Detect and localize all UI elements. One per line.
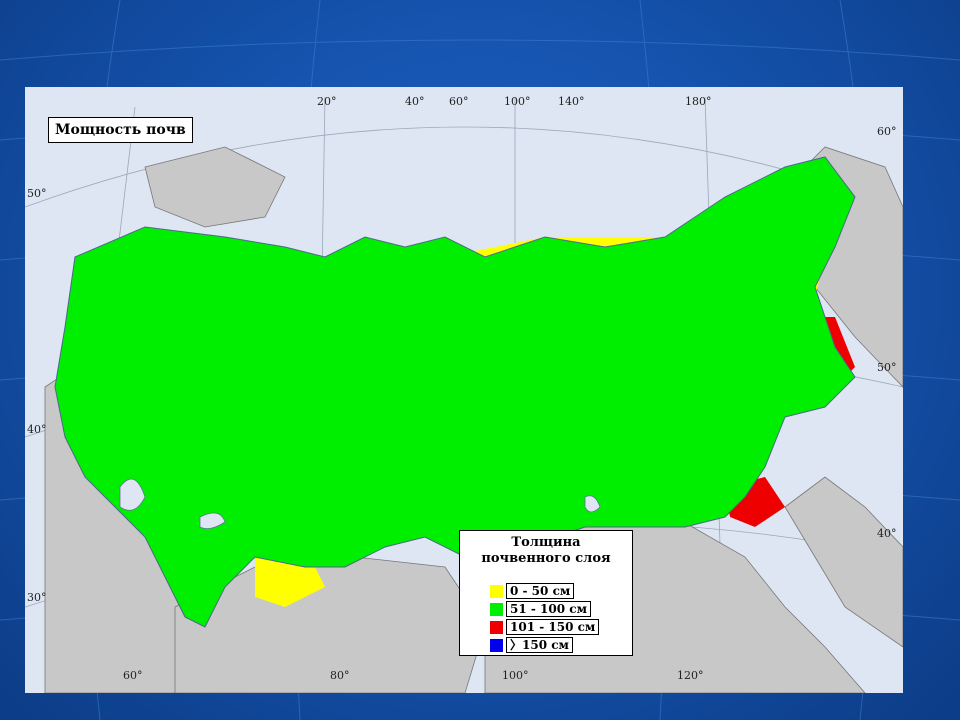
soil-thickness-map: Мощность почв 20° 40° 60° 100° 140° 180°… [25, 87, 903, 693]
right-tick: 50° [877, 361, 897, 374]
top-tick: 60° [449, 95, 469, 108]
left-tick: 30° [27, 591, 47, 604]
bottom-tick: 80° [330, 669, 350, 682]
legend-label: 101 - 150 см [506, 619, 600, 635]
legend-swatch [490, 638, 503, 652]
legend-label: 〉150 см [506, 637, 573, 653]
bottom-tick: 120° [677, 669, 704, 682]
legend-item: 〉150 см [490, 637, 573, 653]
legend-swatch [490, 602, 503, 616]
legend-label: 0 - 50 см [506, 583, 575, 599]
top-tick: 20° [317, 95, 337, 108]
left-tick: 40° [27, 423, 47, 436]
legend-title-line1: Толщина [511, 535, 581, 550]
legend-item: 101 - 150 см [490, 619, 600, 635]
map-legend: Толщина почвенного слоя 0 - 50 см 51 - 1… [459, 530, 633, 656]
legend-item: 0 - 50 см [490, 583, 575, 599]
right-tick: 60° [877, 125, 897, 138]
top-tick: 180° [685, 95, 712, 108]
legend-swatch [490, 584, 503, 598]
top-tick: 40° [405, 95, 425, 108]
top-tick: 140° [558, 95, 585, 108]
left-tick: 50° [27, 187, 47, 200]
bottom-tick: 60° [123, 669, 143, 682]
top-tick: 100° [504, 95, 531, 108]
legend-label: 51 - 100 см [506, 601, 591, 617]
right-tick: 40° [877, 527, 897, 540]
legend-item: 51 - 100 см [490, 601, 591, 617]
bottom-tick: 100° [502, 669, 529, 682]
legend-title: Толщина почвенного слоя [460, 535, 632, 567]
map-title: Мощность почв [48, 117, 193, 143]
legend-swatch [490, 620, 503, 634]
legend-title-line2: почвенного слоя [481, 551, 611, 566]
